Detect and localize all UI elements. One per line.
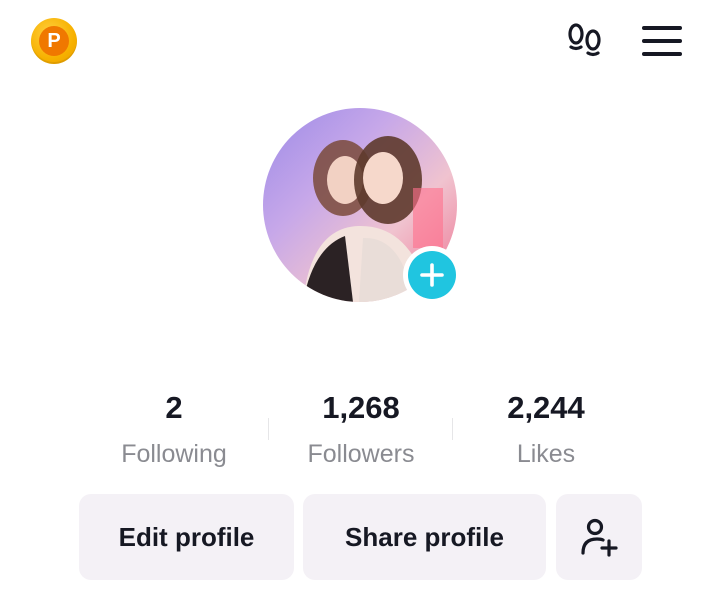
- hamburger-menu-icon[interactable]: [640, 22, 684, 60]
- profile-stats: 2 Following 1,268 Followers 2,244 Likes: [0, 388, 720, 478]
- add-friend-icon: [581, 518, 618, 557]
- likes-count: 2,244: [507, 390, 585, 425]
- likes-label: Likes: [516, 440, 576, 468]
- stat-divider: [268, 418, 269, 440]
- coins-button[interactable]: P: [31, 18, 77, 64]
- plus-icon: [408, 251, 456, 299]
- footprint-icon[interactable]: [562, 18, 608, 64]
- share-profile-label: Share profile: [345, 521, 504, 552]
- stat-divider: [452, 418, 453, 440]
- stat-likes[interactable]: 2,244 Likes: [446, 388, 646, 472]
- coin-letter: P: [47, 29, 61, 52]
- following-count: 2: [165, 390, 183, 425]
- stat-followers[interactable]: 1,268 Followers: [261, 388, 461, 472]
- avatar-container: [263, 108, 461, 304]
- edit-profile-label: Edit profile: [118, 521, 255, 552]
- add-friend-button[interactable]: [556, 494, 642, 580]
- add-avatar-button[interactable]: [403, 246, 461, 304]
- top-bar: P: [0, 0, 720, 90]
- followers-label: Followers: [307, 440, 415, 468]
- following-label: Following: [121, 440, 227, 468]
- share-profile-button[interactable]: Share profile: [303, 494, 546, 580]
- edit-profile-button[interactable]: Edit profile: [79, 494, 294, 580]
- followers-count: 1,268: [322, 390, 400, 425]
- coin-icon: P: [39, 26, 69, 56]
- stat-following[interactable]: 2 Following: [74, 388, 274, 472]
